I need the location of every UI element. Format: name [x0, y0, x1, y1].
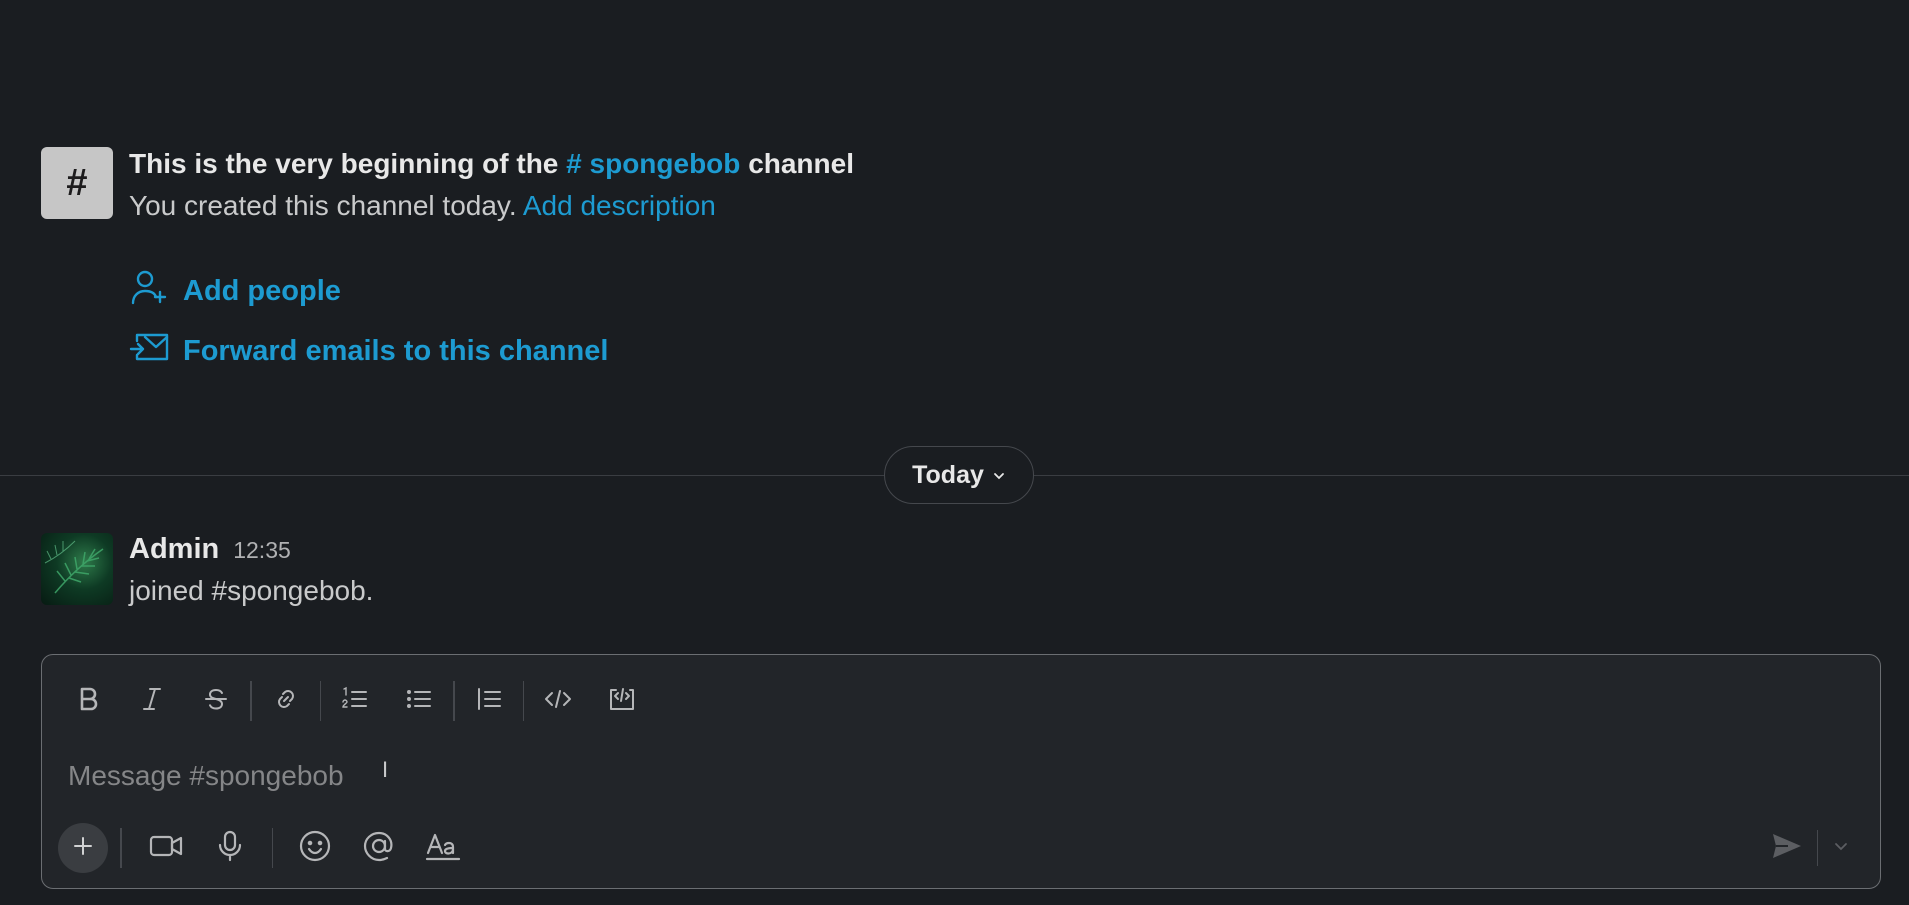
date-divider-button[interactable]: Today: [884, 446, 1034, 504]
add-attachment-button[interactable]: [58, 823, 108, 873]
message-composer: I: [41, 654, 1881, 889]
message-text: joined #spongebob.: [129, 575, 374, 606]
bold-button[interactable]: [56, 671, 120, 731]
avatar[interactable]: [41, 533, 113, 605]
toolbar-separator: [250, 681, 252, 721]
formatting-toolbar: [56, 671, 654, 731]
intro-subtitle-text: You created this channel today.: [129, 190, 517, 221]
message-author[interactable]: Admin: [129, 533, 219, 566]
audio-clip-button[interactable]: [198, 823, 262, 873]
composer-separator: [120, 828, 122, 868]
date-divider-label: Today: [912, 460, 984, 489]
avatar-leaf-image: [44, 540, 104, 594]
strikethrough-icon: [200, 683, 232, 720]
ordered-list-button[interactable]: [323, 671, 387, 731]
emoji-button[interactable]: [283, 823, 347, 873]
forward-emails-button[interactable]: Forward emails to this channel: [129, 327, 608, 375]
add-people-label: Add people: [183, 274, 341, 307]
send-options-button[interactable]: [1818, 823, 1864, 873]
send-icon: [1770, 829, 1804, 868]
code-block-icon: [606, 683, 638, 720]
composer-actions: [56, 823, 475, 873]
emoji-icon: [297, 828, 333, 869]
microphone-icon: [212, 828, 248, 869]
chevron-down-icon: [992, 461, 1006, 490]
plus-icon: [71, 834, 95, 863]
bullet-list-icon: [403, 683, 435, 720]
intro-title-suffix: channel: [748, 148, 854, 179]
code-button[interactable]: [526, 671, 590, 731]
video-icon: [148, 828, 184, 869]
intro-subtitle: You created this channel today. Add desc…: [129, 189, 716, 223]
forward-emails-label: Forward emails to this channel: [183, 334, 609, 367]
link-button[interactable]: [254, 671, 318, 731]
message-header: Admin 12:35: [129, 533, 291, 566]
bullet-list-button[interactable]: [387, 671, 451, 731]
send-button[interactable]: [1757, 823, 1817, 873]
blockquote-button[interactable]: [457, 671, 521, 731]
message-input[interactable]: [66, 753, 1570, 799]
add-person-icon: [129, 267, 169, 315]
toolbar-separator: [319, 681, 321, 721]
composer-separator: [271, 828, 273, 868]
blockquote-icon: [473, 683, 505, 720]
add-description-link[interactable]: Add description: [523, 190, 716, 221]
text-cursor-icon: I: [382, 757, 389, 782]
bold-icon: [72, 683, 104, 720]
forward-email-icon: [129, 327, 169, 375]
send-controls: [1757, 823, 1865, 873]
intro-title-prefix: This is the very beginning of the: [129, 148, 559, 179]
mention-icon: [361, 828, 397, 869]
message-timestamp[interactable]: 12:35: [233, 537, 291, 564]
mention-button[interactable]: [347, 823, 411, 873]
video-clip-button[interactable]: [134, 823, 198, 873]
link-icon: [270, 683, 302, 720]
italic-icon: [136, 683, 168, 720]
code-block-button[interactable]: [590, 671, 654, 731]
ordered-list-icon: [339, 683, 371, 720]
intro-title: This is the very beginning of the # spon…: [129, 147, 854, 181]
strikethrough-button[interactable]: [184, 671, 248, 731]
add-people-button[interactable]: Add people: [129, 267, 341, 315]
formatting-toggle-button[interactable]: [411, 823, 475, 873]
formatting-icon: [425, 828, 461, 869]
channel-hash-icon: #: [41, 147, 113, 219]
channel-name-link[interactable]: # spongebob: [566, 148, 740, 179]
toolbar-separator: [522, 681, 524, 721]
italic-button[interactable]: [120, 671, 184, 731]
toolbar-separator: [453, 681, 455, 721]
chevron-down-icon: [1833, 838, 1849, 859]
code-icon: [542, 683, 574, 720]
